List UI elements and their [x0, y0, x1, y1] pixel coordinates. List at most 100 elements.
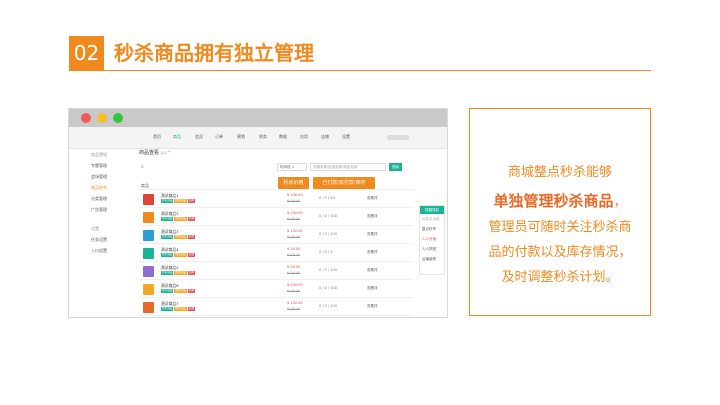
product-tag: 秒杀商品 [161, 271, 174, 275]
time-select[interactable]: 时间段 ⇕ [277, 163, 307, 171]
nav-item[interactable]: 订单 [215, 134, 223, 140]
sidebar-group-label: 商品营销 [91, 152, 107, 157]
quick-nav-panel: 快捷导航 可新平台链 整点秒杀 人人分销 人人拼团 店铺装修 [419, 205, 445, 275]
view-details-link[interactable]: 查看详 [367, 214, 378, 219]
nav-item[interactable]: 店铺 [321, 134, 329, 140]
product-thumbnail[interactable] [143, 302, 154, 313]
header-divider [139, 189, 413, 190]
seckill-price: ¥ 100.00 [287, 193, 303, 197]
description-line-5: 及时调整秒杀计划。 [501, 270, 619, 285]
product-tags: 秒杀商品 爆款商品 包邮 [161, 199, 196, 203]
product-thumbnail[interactable] [143, 266, 154, 277]
view-details-link[interactable]: 查看详 [367, 304, 378, 309]
main-panel-title: 商品查看 名称 * [139, 149, 170, 156]
main-title-text: 商品查看 [139, 150, 160, 156]
product-thumbnail[interactable] [143, 248, 154, 259]
app-sidebar: 商品营销专题管理会场管理商品秒杀分类管理广告管理设置任务设置入口设置 [69, 149, 133, 317]
sidebar-item[interactable]: 广告管理 [91, 207, 107, 213]
original-price: ¥100.00 [287, 289, 301, 293]
main-title-sub: 名称 [160, 151, 167, 155]
product-thumbnail[interactable] [143, 230, 154, 241]
description-comma: ， [613, 195, 627, 210]
seckill-price: ¥ 50.00 [287, 247, 301, 251]
paid-unpaid-stock: 0 / 0 / 0 [319, 250, 333, 254]
callout-seckill-price: 秒杀价格 [278, 177, 309, 189]
view-details-link[interactable]: 查看详 [367, 286, 378, 291]
browser-titlebar [69, 109, 447, 127]
callout-paid-unpaid-stock: 已付款/未付款/库存 [313, 177, 375, 189]
original-price: ¥100.00 [287, 235, 301, 239]
sidebar-group-label: 设置 [91, 226, 99, 231]
product-tag: 爆款商品 [174, 235, 187, 239]
view-details-link[interactable]: 查看详 [367, 250, 378, 255]
nav-item[interactable]: 财务 [259, 134, 267, 140]
toolbar: ⌕ 时间段 ⇕ 关键名称/全选名称/商品名称 搜索 [139, 161, 439, 175]
paid-unpaid-stock: 0 / 0 / 100 [319, 286, 337, 290]
view-details-link[interactable]: 查看详 [367, 232, 378, 237]
sidebar-item[interactable]: 分类管理 [91, 196, 107, 202]
sidebar-item[interactable]: 专题管理 [91, 163, 107, 169]
original-price: ¥100.00 [287, 199, 301, 203]
table-row: 测试商品4 秒杀商品 爆款商品 包邮 ¥ 50.00 ¥100.00 0 / 0 / 0 查看… [139, 245, 413, 262]
product-tag: 秒杀商品 [161, 199, 174, 203]
sidebar-item[interactable]: 商品秒杀 [91, 185, 107, 191]
product-thumbnail[interactable] [143, 194, 154, 205]
product-thumbnail[interactable] [143, 212, 154, 223]
quick-nav-item[interactable]: 整点秒杀 [420, 224, 444, 234]
quick-nav-item[interactable]: 可新平台链 [420, 214, 444, 224]
quick-nav-item[interactable]: 店铺装修 [420, 254, 444, 264]
slide-number: 02 [69, 36, 104, 70]
search-button[interactable]: 搜索 [389, 163, 402, 171]
app-main-panel: 商品查看 名称 * ⌕ 时间段 ⇕ 关键名称/全选名称/商品名称 搜索 秒杀价格… [139, 149, 447, 317]
window-maximize-dot-icon [113, 113, 123, 123]
browser-mockup: 首页 商品 会员 订单 营销 财务 数据 应用 店铺 设置 商品营销 专题管理 会场管理 商品秒杀 分类管… [68, 108, 448, 318]
product-tag: 爆款商品 [174, 217, 187, 221]
product-tag: 包邮 [187, 235, 195, 239]
chevron-updown-icon: ⇕ [291, 165, 295, 169]
description-line-2: 单独管理秒杀商品， [470, 190, 650, 211]
seckill-price: ¥ 100.00 [287, 229, 303, 233]
nav-item[interactable]: 应用 [300, 134, 308, 140]
nav-item[interactable]: 营销 [237, 134, 245, 140]
search-icon[interactable]: ⌕ [141, 164, 144, 170]
description-panel: 商城整点秒杀能够 单独管理秒杀商品， 管理员可随时关注秒杀商 品的付款以及库存情… [469, 108, 651, 316]
paid-unpaid-stock: 0 / 0 / 100 [319, 268, 337, 272]
table-row: 测试商品2 秒杀商品 爆款商品 包邮 ¥ 100.00 ¥100.00 0 / 0 / 10… [139, 209, 413, 226]
quick-nav-item[interactable]: 人人分销 [420, 234, 444, 244]
product-tag: 秒杀商品 [161, 289, 174, 293]
time-select-value: 时间段 [280, 165, 291, 169]
product-thumbnail[interactable] [143, 284, 154, 295]
product-tag: 包邮 [187, 253, 195, 257]
product-tag: 爆款商品 [174, 307, 187, 311]
nav-item[interactable]: 会员 [195, 134, 203, 140]
paid-unpaid-stock: 0 / 0 / 10 [319, 196, 335, 200]
view-details-link[interactable]: 查看详 [367, 268, 378, 273]
table-row: 测试商品6 秒杀商品 爆款商品 包邮 ¥ 100.00 ¥100.00 0 / 0 / 10… [139, 281, 413, 298]
sidebar-item[interactable]: 入口设置 [91, 248, 107, 254]
product-tag: 爆款商品 [174, 199, 187, 203]
product-tags: 秒杀商品 爆款商品 包邮 [161, 235, 196, 239]
seckill-price: ¥ 100.00 [287, 301, 303, 305]
seckill-price: ¥ 100.00 [287, 211, 303, 215]
nav-item[interactable]: 商品 [173, 134, 181, 140]
sidebar-item[interactable]: 会场管理 [91, 174, 107, 180]
nav-item[interactable]: 设置 [342, 134, 350, 140]
product-tags: 秒杀商品 爆款商品 包邮 [161, 307, 196, 311]
original-price: ¥100.00 [287, 307, 301, 311]
app-top-nav: 首页 商品 会员 订单 营销 财务 数据 应用 店铺 设置 [69, 127, 447, 149]
product-tag: 爆款商品 [174, 289, 187, 293]
paid-unpaid-stock: 0 / 0 / 100 [319, 214, 337, 218]
description-line-4: 品的付款以及库存情况， [488, 245, 632, 260]
description-line-3: 管理员可随时关注秒杀商 [488, 220, 632, 235]
product-tag: 秒杀商品 [161, 235, 174, 239]
view-details-link[interactable]: 查看详 [367, 196, 378, 201]
search-input[interactable]: 关键名称/全选名称/商品名称 [310, 163, 386, 171]
nav-item[interactable]: 数据 [279, 134, 287, 140]
sidebar-item[interactable]: 任务设置 [91, 237, 107, 243]
quick-nav-item[interactable]: 人人拼团 [420, 244, 444, 254]
product-tag: 包邮 [187, 289, 195, 293]
table-row: 测试商品1 秒杀商品 爆款商品 包邮 ¥ 100.00 ¥100.00 0 / 0 / 10… [139, 191, 413, 208]
nav-item[interactable]: 首页 [153, 134, 161, 140]
title-divider [69, 70, 651, 71]
window-minimize-dot-icon [97, 113, 107, 123]
